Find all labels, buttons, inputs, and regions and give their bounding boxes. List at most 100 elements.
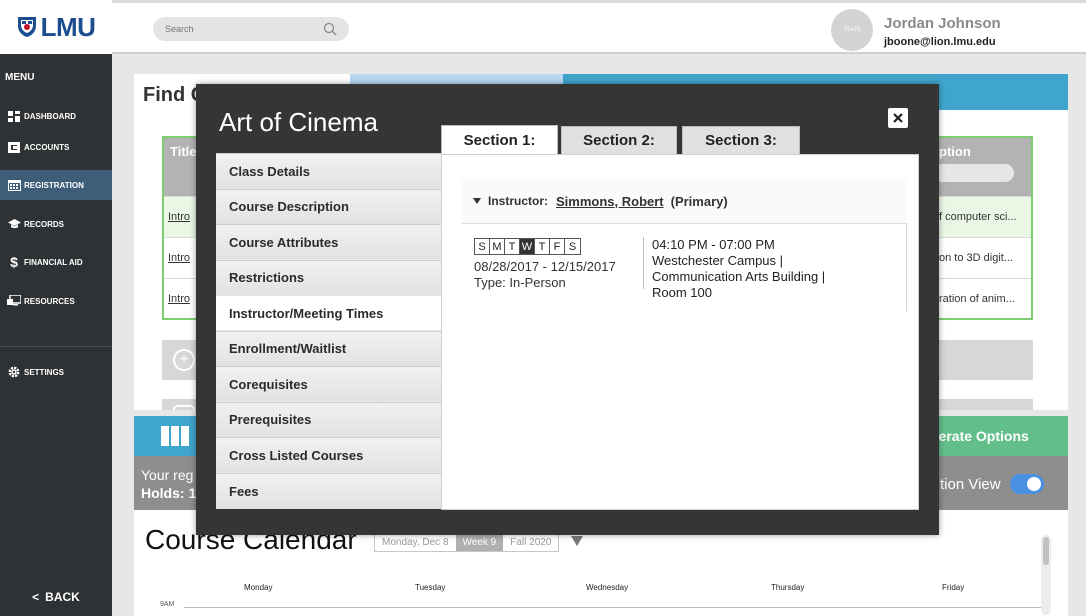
plus-circle-icon[interactable]	[173, 405, 195, 410]
calendar-day-header: Tuesday	[415, 583, 446, 592]
search-icon[interactable]	[323, 22, 337, 36]
column-header-title[interactable]: Title	[170, 144, 197, 159]
accounts-icon	[0, 141, 24, 153]
course-title-link[interactable]: Intro	[168, 293, 190, 305]
course-detail-menu: Class Details Course Description Course …	[216, 153, 441, 509]
avatar[interactable]: 75x75	[831, 9, 873, 51]
sidebar-item-accounts[interactable]: ACCOUNTS	[0, 132, 112, 162]
sidebar-divider	[0, 346, 112, 347]
sidebar-item-financial-aid[interactable]: $ FINANCIAL AID	[0, 247, 112, 277]
sidebar-item-dashboard[interactable]: DASHBOARD	[0, 101, 112, 131]
menu-item-enrollment-waitlist[interactable]: Enrollment/Waitlist	[216, 330, 441, 366]
calendar-day-header: Friday	[942, 583, 965, 592]
menu-item-restrictions[interactable]: Restrictions	[216, 259, 441, 295]
monitor-icon	[0, 295, 24, 307]
instructor-name-link[interactable]: Simmons, Robert	[556, 194, 664, 209]
course-title-link[interactable]: Intro	[168, 252, 190, 264]
caret-down-icon[interactable]	[571, 536, 583, 546]
meeting-location-building: Communication Arts Building |	[652, 269, 826, 284]
meeting-time: 04:10 PM - 07:00 PM	[652, 237, 775, 252]
logo-text: LMU	[40, 11, 96, 42]
instructor-header[interactable]: Instructor: Simmons, Robert (Primary)	[462, 179, 907, 224]
course-description: f computer sci...	[939, 211, 1017, 223]
menu-item-class-details[interactable]: Class Details	[216, 153, 441, 188]
section-content-panel: Instructor: Simmons, Robert (Primary) S …	[441, 154, 919, 510]
day-thursday: T	[535, 239, 550, 254]
sidebar-item-label: DASHBOARD	[24, 111, 76, 121]
menu-item-prerequisites[interactable]: Prerequisites	[216, 401, 441, 437]
menu-item-corequisites[interactable]: Corequisites	[216, 366, 441, 401]
course-description: on to 3D digit...	[939, 252, 1013, 264]
close-button[interactable]	[888, 108, 908, 128]
search-bar[interactable]	[153, 17, 349, 41]
tab-section-3[interactable]: Section 3:	[682, 126, 800, 154]
sidebar-item-label: FINANCIAL AID	[24, 257, 83, 267]
menu-item-fees[interactable]: Fees	[216, 472, 441, 509]
calendar-scrollbar[interactable]	[1041, 535, 1051, 615]
day-wednesday: W	[520, 239, 535, 254]
user-name: Jordan Johnson	[884, 15, 1001, 32]
menu-item-cross-listed-courses[interactable]: Cross Listed Courses	[216, 437, 441, 472]
calendar-date[interactable]: Monday, Dec 8	[375, 533, 456, 551]
sidebar-item-label: RESOURCES	[24, 296, 75, 306]
chevron-left-icon: <	[32, 590, 40, 604]
modal-title: Art of Cinema	[219, 107, 378, 137]
lmu-logo[interactable]: LMU	[0, 0, 112, 54]
holds-count: Holds: 1	[141, 485, 197, 501]
registration-status: Your reg Holds: 1	[141, 466, 196, 502]
sidebar-item-label: RECORDS	[24, 219, 65, 229]
meeting-days: S M T W T F S	[474, 238, 581, 255]
columns-icon[interactable]	[161, 426, 189, 446]
meeting-divider	[643, 237, 644, 289]
sidebar-item-records[interactable]: RECORDS	[0, 209, 112, 239]
menu-item-course-attributes[interactable]: Course Attributes	[216, 224, 441, 259]
day-sunday: S	[475, 239, 490, 254]
tab-section-1[interactable]: Section 1:	[441, 125, 558, 155]
meeting-location-campus: Westchester Campus |	[652, 253, 784, 268]
menu-item-course-description[interactable]: Course Description	[216, 188, 441, 224]
sidebar-item-settings[interactable]: SETTINGS	[0, 357, 112, 387]
calendar-day-header: Wednesday	[586, 583, 629, 592]
meeting-time-location: 04:10 PM - 07:00 PM Westchester Campus |…	[652, 237, 882, 301]
calendar-icon	[0, 179, 24, 191]
search-input[interactable]	[165, 24, 323, 34]
calendar-day-header: Monday	[244, 583, 273, 592]
graduation-cap-icon	[0, 219, 24, 229]
registration-status-text: Your reg	[141, 467, 194, 483]
calendar-time-label: 9AM	[160, 601, 175, 608]
caret-down-icon[interactable]	[473, 198, 481, 204]
back-button-label: BACK	[45, 590, 80, 604]
sidebar-item-resources[interactable]: RESOURCES	[0, 286, 112, 316]
day-friday: F	[550, 239, 565, 254]
dollar-icon: $	[10, 254, 18, 270]
calendar-hour-line	[184, 607, 1050, 608]
meeting-dates: 08/28/2017 - 12/15/2017	[474, 259, 616, 274]
meeting-location-room: Room 100	[652, 285, 712, 300]
day-monday: M	[490, 239, 505, 254]
tab-section-2[interactable]: Section 2:	[561, 126, 677, 154]
back-button[interactable]: < BACK	[0, 584, 112, 610]
instructor-label: Instructor:	[488, 194, 548, 208]
course-title-link[interactable]: Intro	[168, 211, 190, 223]
sidebar-item-registration[interactable]: REGISTRATION	[0, 170, 112, 200]
column-header-description[interactable]: ption	[939, 144, 971, 159]
calendar-term[interactable]: Fall 2020	[503, 533, 558, 551]
dashboard-icon	[0, 110, 24, 122]
menu-item-instructor-meeting-times[interactable]: Instructor/Meeting Times	[216, 295, 441, 330]
day-saturday: S	[568, 240, 577, 253]
top-bar: 75x75 Jordan Johnson jboone@lion.lmu.edu	[112, 0, 1086, 54]
user-email: jboone@lion.lmu.edu	[884, 36, 996, 48]
plus-circle-icon[interactable]: +	[173, 349, 195, 371]
meeting-type: Type: In-Person	[474, 275, 566, 290]
gear-icon	[0, 366, 24, 378]
instructor-role: (Primary)	[670, 193, 728, 209]
calendar-controls: Monday, Dec 8 Week 9 Fall 2020	[374, 532, 560, 552]
menu-label: MENU	[5, 72, 35, 83]
calendar-week[interactable]: Week 9	[455, 533, 504, 551]
lmu-shield-icon	[17, 17, 36, 37]
description-filter-input[interactable]	[934, 164, 1014, 182]
sidebar-item-label: REGISTRATION	[24, 180, 84, 190]
view-toggle[interactable]	[1010, 474, 1044, 494]
course-details-modal: Art of Cinema Class Details Course Descr…	[196, 84, 939, 535]
view-toggle-label: tion View	[940, 476, 1001, 493]
